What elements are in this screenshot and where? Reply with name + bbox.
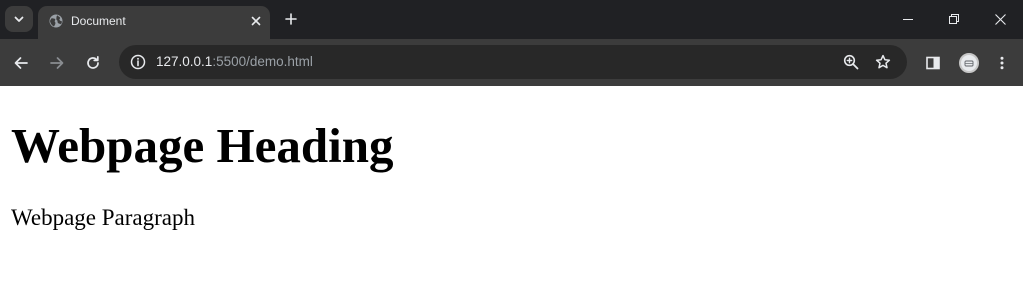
url-path: :5500/demo.html bbox=[212, 54, 313, 69]
tab-strip: Document bbox=[0, 0, 1023, 39]
star-icon bbox=[875, 54, 891, 70]
page-content: Webpage Heading Webpage Paragraph bbox=[0, 86, 1023, 297]
side-panel-button[interactable] bbox=[920, 50, 946, 76]
tab-search-button[interactable] bbox=[5, 6, 33, 32]
tab-document[interactable]: Document bbox=[38, 6, 270, 39]
minimize-icon bbox=[903, 14, 913, 24]
url-text[interactable]: 127.0.0.1:5500/demo.html bbox=[156, 54, 313, 70]
kebab-menu-icon bbox=[994, 55, 1010, 71]
zoom-in-icon bbox=[843, 54, 859, 70]
arrow-left-icon bbox=[13, 55, 29, 71]
tab-title: Document bbox=[71, 14, 126, 28]
address-bar[interactable]: 127.0.0.1:5500/demo.html bbox=[119, 45, 907, 79]
info-icon bbox=[130, 54, 146, 70]
site-info-button[interactable] bbox=[125, 49, 151, 75]
globe-icon bbox=[48, 13, 64, 29]
new-tab-button[interactable] bbox=[280, 9, 302, 29]
reload-button[interactable] bbox=[80, 50, 106, 76]
page-heading: Webpage Heading bbox=[11, 118, 394, 173]
back-button[interactable] bbox=[8, 50, 34, 76]
forward-button[interactable] bbox=[44, 50, 70, 76]
restore-button[interactable] bbox=[939, 6, 969, 32]
close-icon bbox=[994, 13, 1006, 25]
plus-icon bbox=[285, 13, 297, 25]
minimize-button[interactable] bbox=[893, 6, 923, 32]
profile-button[interactable] bbox=[956, 50, 982, 76]
bookmark-button[interactable] bbox=[871, 50, 895, 74]
arrow-right-icon bbox=[49, 55, 65, 71]
menu-button[interactable] bbox=[989, 50, 1015, 76]
url-host: 127.0.0.1 bbox=[156, 54, 213, 69]
restore-icon bbox=[949, 14, 959, 24]
side-panel-icon bbox=[925, 55, 941, 71]
chevron-down-icon bbox=[13, 13, 25, 25]
close-icon[interactable] bbox=[248, 13, 264, 29]
toolbar: 127.0.0.1:5500/demo.html bbox=[0, 39, 1023, 86]
avatar-icon bbox=[959, 53, 979, 73]
window-close-button[interactable] bbox=[985, 6, 1015, 32]
page-paragraph: Webpage Paragraph bbox=[11, 205, 195, 230]
reload-icon bbox=[85, 55, 101, 71]
zoom-button[interactable] bbox=[839, 50, 863, 74]
